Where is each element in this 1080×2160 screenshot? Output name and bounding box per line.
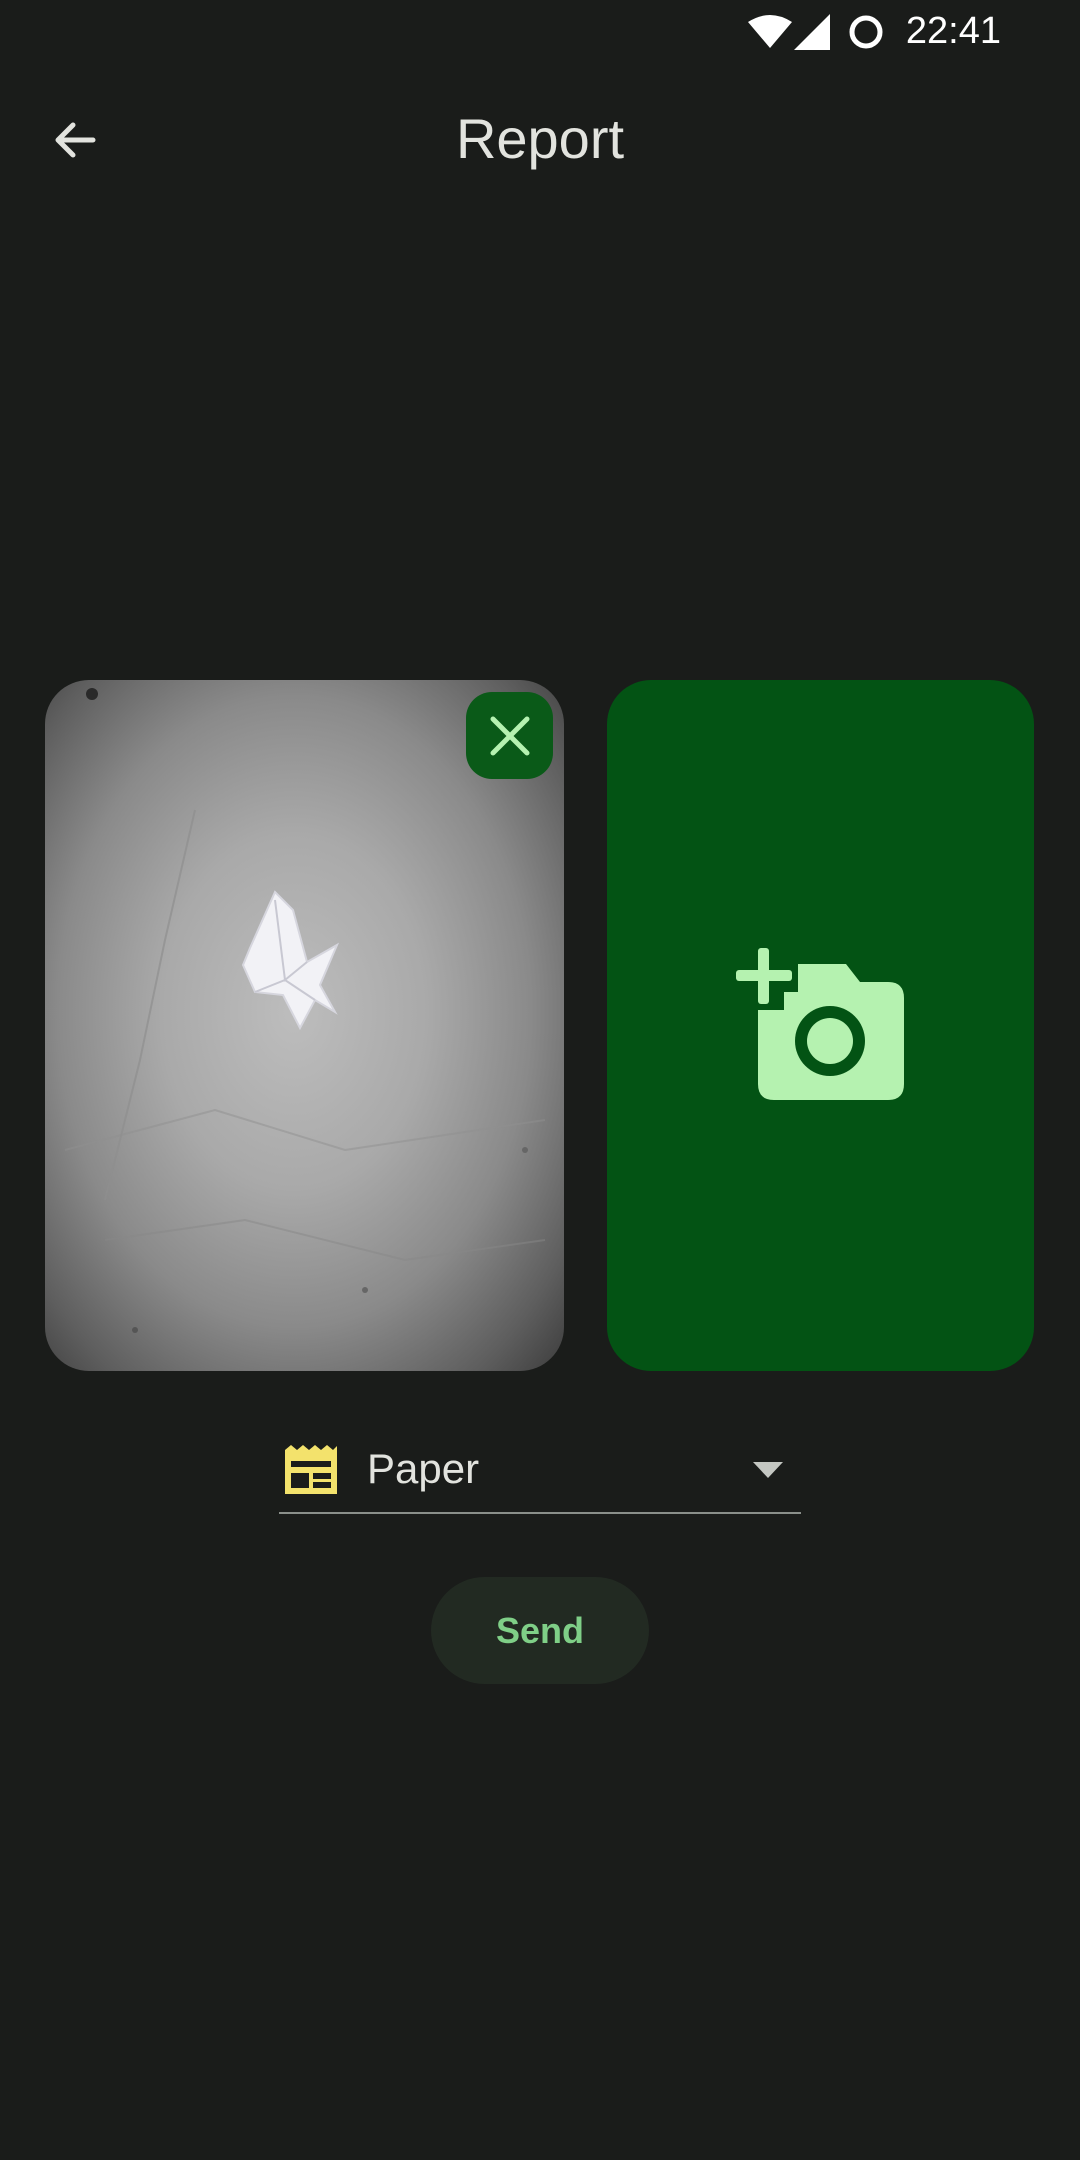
add-photo-button[interactable] — [607, 680, 1034, 1371]
remove-photo-button[interactable] — [466, 692, 553, 779]
dropdown-arrow-icon — [753, 1462, 783, 1478]
category-dropdown[interactable]: Paper — [279, 1436, 801, 1514]
status-time: 22:41 — [905, 10, 1001, 52]
photo-thumbnail[interactable] — [45, 680, 564, 1371]
send-button[interactable]: Send — [431, 1577, 649, 1684]
close-icon — [490, 716, 529, 755]
paper-icon — [285, 1445, 337, 1494]
circle-status-icon — [849, 15, 883, 49]
add-a-photo-icon — [735, 948, 904, 1100]
top-app-bar: Report — [0, 80, 1080, 200]
paper-object — [241, 890, 340, 1031]
signal-icon — [794, 14, 830, 50]
wifi-icon — [748, 15, 792, 48]
page-title: Report — [455, 107, 625, 170]
status-bar: 22:41 — [0, 0, 1080, 66]
photo-image — [64, 688, 546, 1333]
category-label: Paper — [367, 1445, 480, 1492]
